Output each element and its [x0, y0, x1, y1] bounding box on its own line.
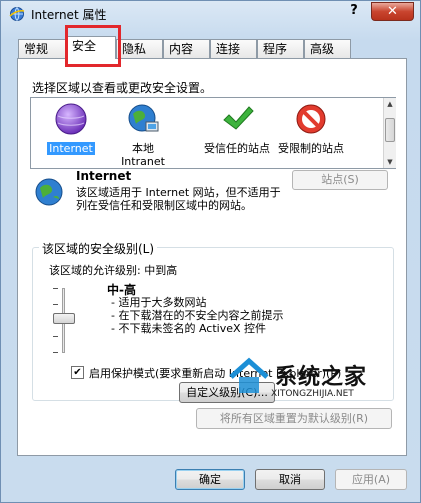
intranet-globe-icon	[128, 104, 159, 132]
close-button[interactable]: ✕	[371, 2, 414, 21]
scroll-thumb[interactable]	[385, 118, 395, 142]
scroll-down-arrow-icon[interactable]: ▼	[384, 156, 396, 168]
zone-label-intranet: 本地 Intranet	[121, 142, 165, 168]
tab-content[interactable]: 内容	[163, 39, 210, 58]
ok-button[interactable]: 确定	[175, 469, 245, 490]
window-title: Internet 属性	[31, 8, 107, 22]
tab-privacy[interactable]: 隐私	[116, 39, 163, 58]
level-description: - 适用于大多数网站 - 在下载潜在的不安全内容之前提示 - 不下载未签名的 A…	[111, 296, 283, 335]
cancel-button[interactable]: 取消	[255, 469, 325, 490]
scroll-up-arrow-icon[interactable]: ▲	[384, 98, 396, 110]
zone-label-restricted: 受限制的站点	[278, 142, 344, 155]
no-entry-icon	[296, 104, 326, 134]
custom-level-button[interactable]: 自定义级别(C)...	[179, 382, 275, 403]
security-level-group: 该区域的安全级别(L) 该区域的允许级别: 中到高 中-高 - 适用于大多数网站…	[32, 240, 394, 403]
tab-connections[interactable]: 连接	[210, 39, 257, 58]
zone-label-internet: Internet	[47, 142, 95, 155]
help-button[interactable]: ?	[345, 3, 363, 18]
slider-tick	[53, 288, 58, 289]
internet-globe-icon	[55, 103, 87, 135]
tab-programs[interactable]: 程序	[257, 39, 304, 58]
tab-general[interactable]: 常规	[18, 39, 66, 58]
tab-advanced[interactable]: 高级	[304, 39, 351, 58]
allowed-level-label: 该区域的允许级别: 中到高	[49, 264, 178, 277]
zone-trusted-sites[interactable]: 受信任的站点	[197, 102, 277, 155]
zone-local-intranet[interactable]: 本地 Intranet	[103, 102, 183, 168]
green-check-icon	[223, 106, 254, 130]
zone-list-scrollbar[interactable]: ▲ ▼	[383, 98, 396, 168]
slider-tick	[53, 304, 58, 305]
slider-tick	[53, 352, 58, 353]
zone-info-title: Internet	[76, 169, 132, 183]
zone-label-trusted: 受信任的站点	[204, 142, 270, 155]
security-tab-panel: 选择区域以查看或更改安全设置。 Internet 本地 Intranet 受信任…	[17, 58, 407, 456]
tab-security[interactable]: 安全	[66, 36, 116, 59]
zone-internet[interactable]: Internet	[31, 102, 111, 155]
zone-prompt: 选择区域以查看或更改安全设置。	[32, 81, 213, 95]
internet-properties-window: Internet 属性 ? ✕ 常规 安全 隐私 内容 连接 程序 高级 选择区…	[0, 0, 421, 503]
apply-button[interactable]: 应用(A)	[335, 469, 407, 490]
selected-zone-globe-icon	[35, 178, 63, 206]
zone-restricted-sites[interactable]: 受限制的站点	[271, 102, 351, 155]
protected-mode-label: 启用保护模式(要求重新启动 Internet Explorer)(P)	[89, 367, 342, 380]
level-bullet: - 在下载潜在的不安全内容之前提示	[111, 309, 284, 322]
zone-info-description: 该区域适用于 Internet 网站，但不适用于列在受信任和受限制区域中的网站。	[76, 186, 281, 212]
title-bar: Internet 属性 ? ✕	[1, 1, 420, 27]
reset-all-zones-button[interactable]: 将所有区域重置为默认级别(R)	[196, 408, 392, 429]
protected-mode-checkbox[interactable]: ✔	[71, 366, 84, 379]
level-bullet: - 不下载未签名的 ActiveX 控件	[111, 322, 267, 335]
ie-globe-icon	[9, 7, 25, 21]
security-level-legend: 该区域的安全级别(L)	[39, 240, 158, 257]
security-level-slider-thumb[interactable]	[53, 313, 75, 324]
level-bullet: - 适用于大多数网站	[111, 296, 207, 309]
sites-button[interactable]: 站点(S)	[292, 170, 388, 190]
slider-tick	[53, 336, 58, 337]
zone-list: Internet 本地 Intranet 受信任的站点 受限制的站点 ▲ ▼	[30, 97, 396, 169]
